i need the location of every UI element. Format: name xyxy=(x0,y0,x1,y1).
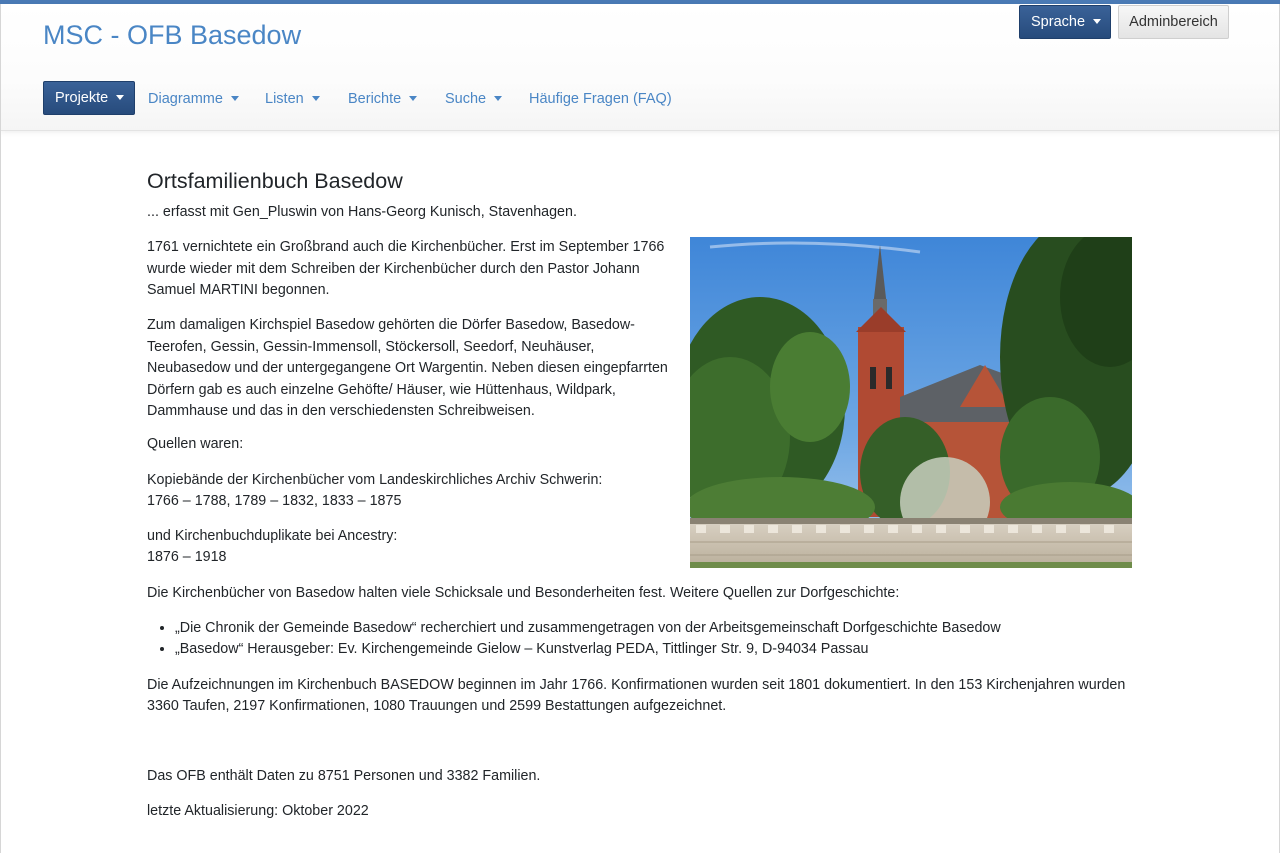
list-item: „Basedow“ Herausgeber: Ev. Kirchengemein… xyxy=(175,639,1001,660)
text-line: und Kirchenbuchduplikate bei Ancestry: xyxy=(147,528,398,544)
parish-paragraph: Zum damaligen Kirchspiel Basedow gehörte… xyxy=(147,315,687,423)
text-line: 3360 Taufen, 2197 Konfirmationen, 1080 T… xyxy=(147,698,727,714)
copies-paragraph: Kopiebände der Kirchenbücher vom Landesk… xyxy=(147,470,602,512)
nav-item-diagramme[interactable]: Diagramme xyxy=(148,81,239,115)
language-button-label: Sprache xyxy=(1031,14,1086,30)
page-border-left xyxy=(0,4,1,853)
list-item: „Die Chronik der Gemeinde Basedow“ reche… xyxy=(175,618,1001,639)
text-line: Dammhause und das in den verschiedensten… xyxy=(147,403,535,419)
statistics-paragraph: Das OFB enthält Daten zu 8751 Personen u… xyxy=(147,768,541,784)
page-title: Ortsfamilienbuch Basedow xyxy=(147,169,403,193)
history-paragraph: 1761 vernichtete ein Großbrand auch die … xyxy=(147,237,687,302)
chevron-down-icon xyxy=(1093,18,1102,24)
last-update-text: letzte Aktualisierung: Oktober 2022 xyxy=(147,803,369,819)
text-line: 1876 – 1918 xyxy=(147,549,227,565)
text-line: Die Aufzeichnungen im Kirchenbuch BASEDO… xyxy=(147,677,1126,693)
duplicates-paragraph: und Kirchenbuchduplikate bei Ancestry: 1… xyxy=(147,526,397,568)
nav-item-projekte[interactable]: Projekte xyxy=(43,81,135,115)
chevron-down-icon xyxy=(311,95,320,101)
text-line: Samuel MARTINI begonnen. xyxy=(147,282,330,298)
chevron-down-icon xyxy=(494,95,503,101)
records-paragraph: Die Aufzeichnungen im Kirchenbuch BASEDO… xyxy=(147,675,1125,717)
nav-item-label: Listen xyxy=(265,91,304,107)
text-line: Zum damaligen Kirchspiel Basedow gehörte… xyxy=(147,317,635,333)
chevron-down-icon xyxy=(116,94,125,100)
more-sources-paragraph: Die Kirchenbücher von Basedow halten vie… xyxy=(147,585,900,601)
church-photo xyxy=(690,237,1132,568)
text-line: 1761 vernichtete ein Großbrand auch die … xyxy=(147,239,665,255)
chevron-down-icon xyxy=(230,95,239,101)
page-subtitle: ... erfasst mit Gen_Pluswin von Hans-Geo… xyxy=(147,204,577,220)
nav-item-berichte[interactable]: Berichte xyxy=(348,81,418,115)
chevron-down-icon xyxy=(409,95,418,101)
language-dropdown-button[interactable]: Sprache xyxy=(1019,5,1111,39)
text-line: Dörfern gab es auch einzelne Gehöfte/ Hä… xyxy=(147,381,616,398)
site-title-link[interactable]: MSC - OFB Basedow xyxy=(43,19,301,51)
nav-item-label: Häufige Fragen (FAQ) xyxy=(529,91,672,107)
admin-area-button[interactable]: Adminbereich xyxy=(1118,5,1229,39)
nav-item-label: Berichte xyxy=(348,91,402,107)
sources-list: „Die Chronik der Gemeinde Basedow“ reche… xyxy=(147,618,1001,660)
nav-item-label: Diagramme xyxy=(148,91,223,107)
text-line: Neubasedow und der untergegangene Ort Wa… xyxy=(147,360,668,376)
nav-item-suche[interactable]: Suche xyxy=(445,81,503,115)
nav-item-label: Projekte xyxy=(55,90,109,106)
sources-heading: Quellen waren: xyxy=(147,436,244,452)
text-line: Teerofen, Gessin, Gessin-Immensoll, Stöc… xyxy=(147,338,595,355)
nav-item-listen[interactable]: Listen xyxy=(265,81,320,115)
text-line: 1766 – 1788, 1789 – 1832, 1833 – 1875 xyxy=(147,493,402,509)
nav-item-label: Suche xyxy=(445,91,487,107)
text-line: wurde wieder mit dem Schreiben der Kirch… xyxy=(147,260,640,277)
nav-item-faq[interactable]: Häufige Fragen (FAQ) xyxy=(529,81,672,115)
text-line: Kopiebände der Kirchenbücher vom Landesk… xyxy=(147,472,603,488)
